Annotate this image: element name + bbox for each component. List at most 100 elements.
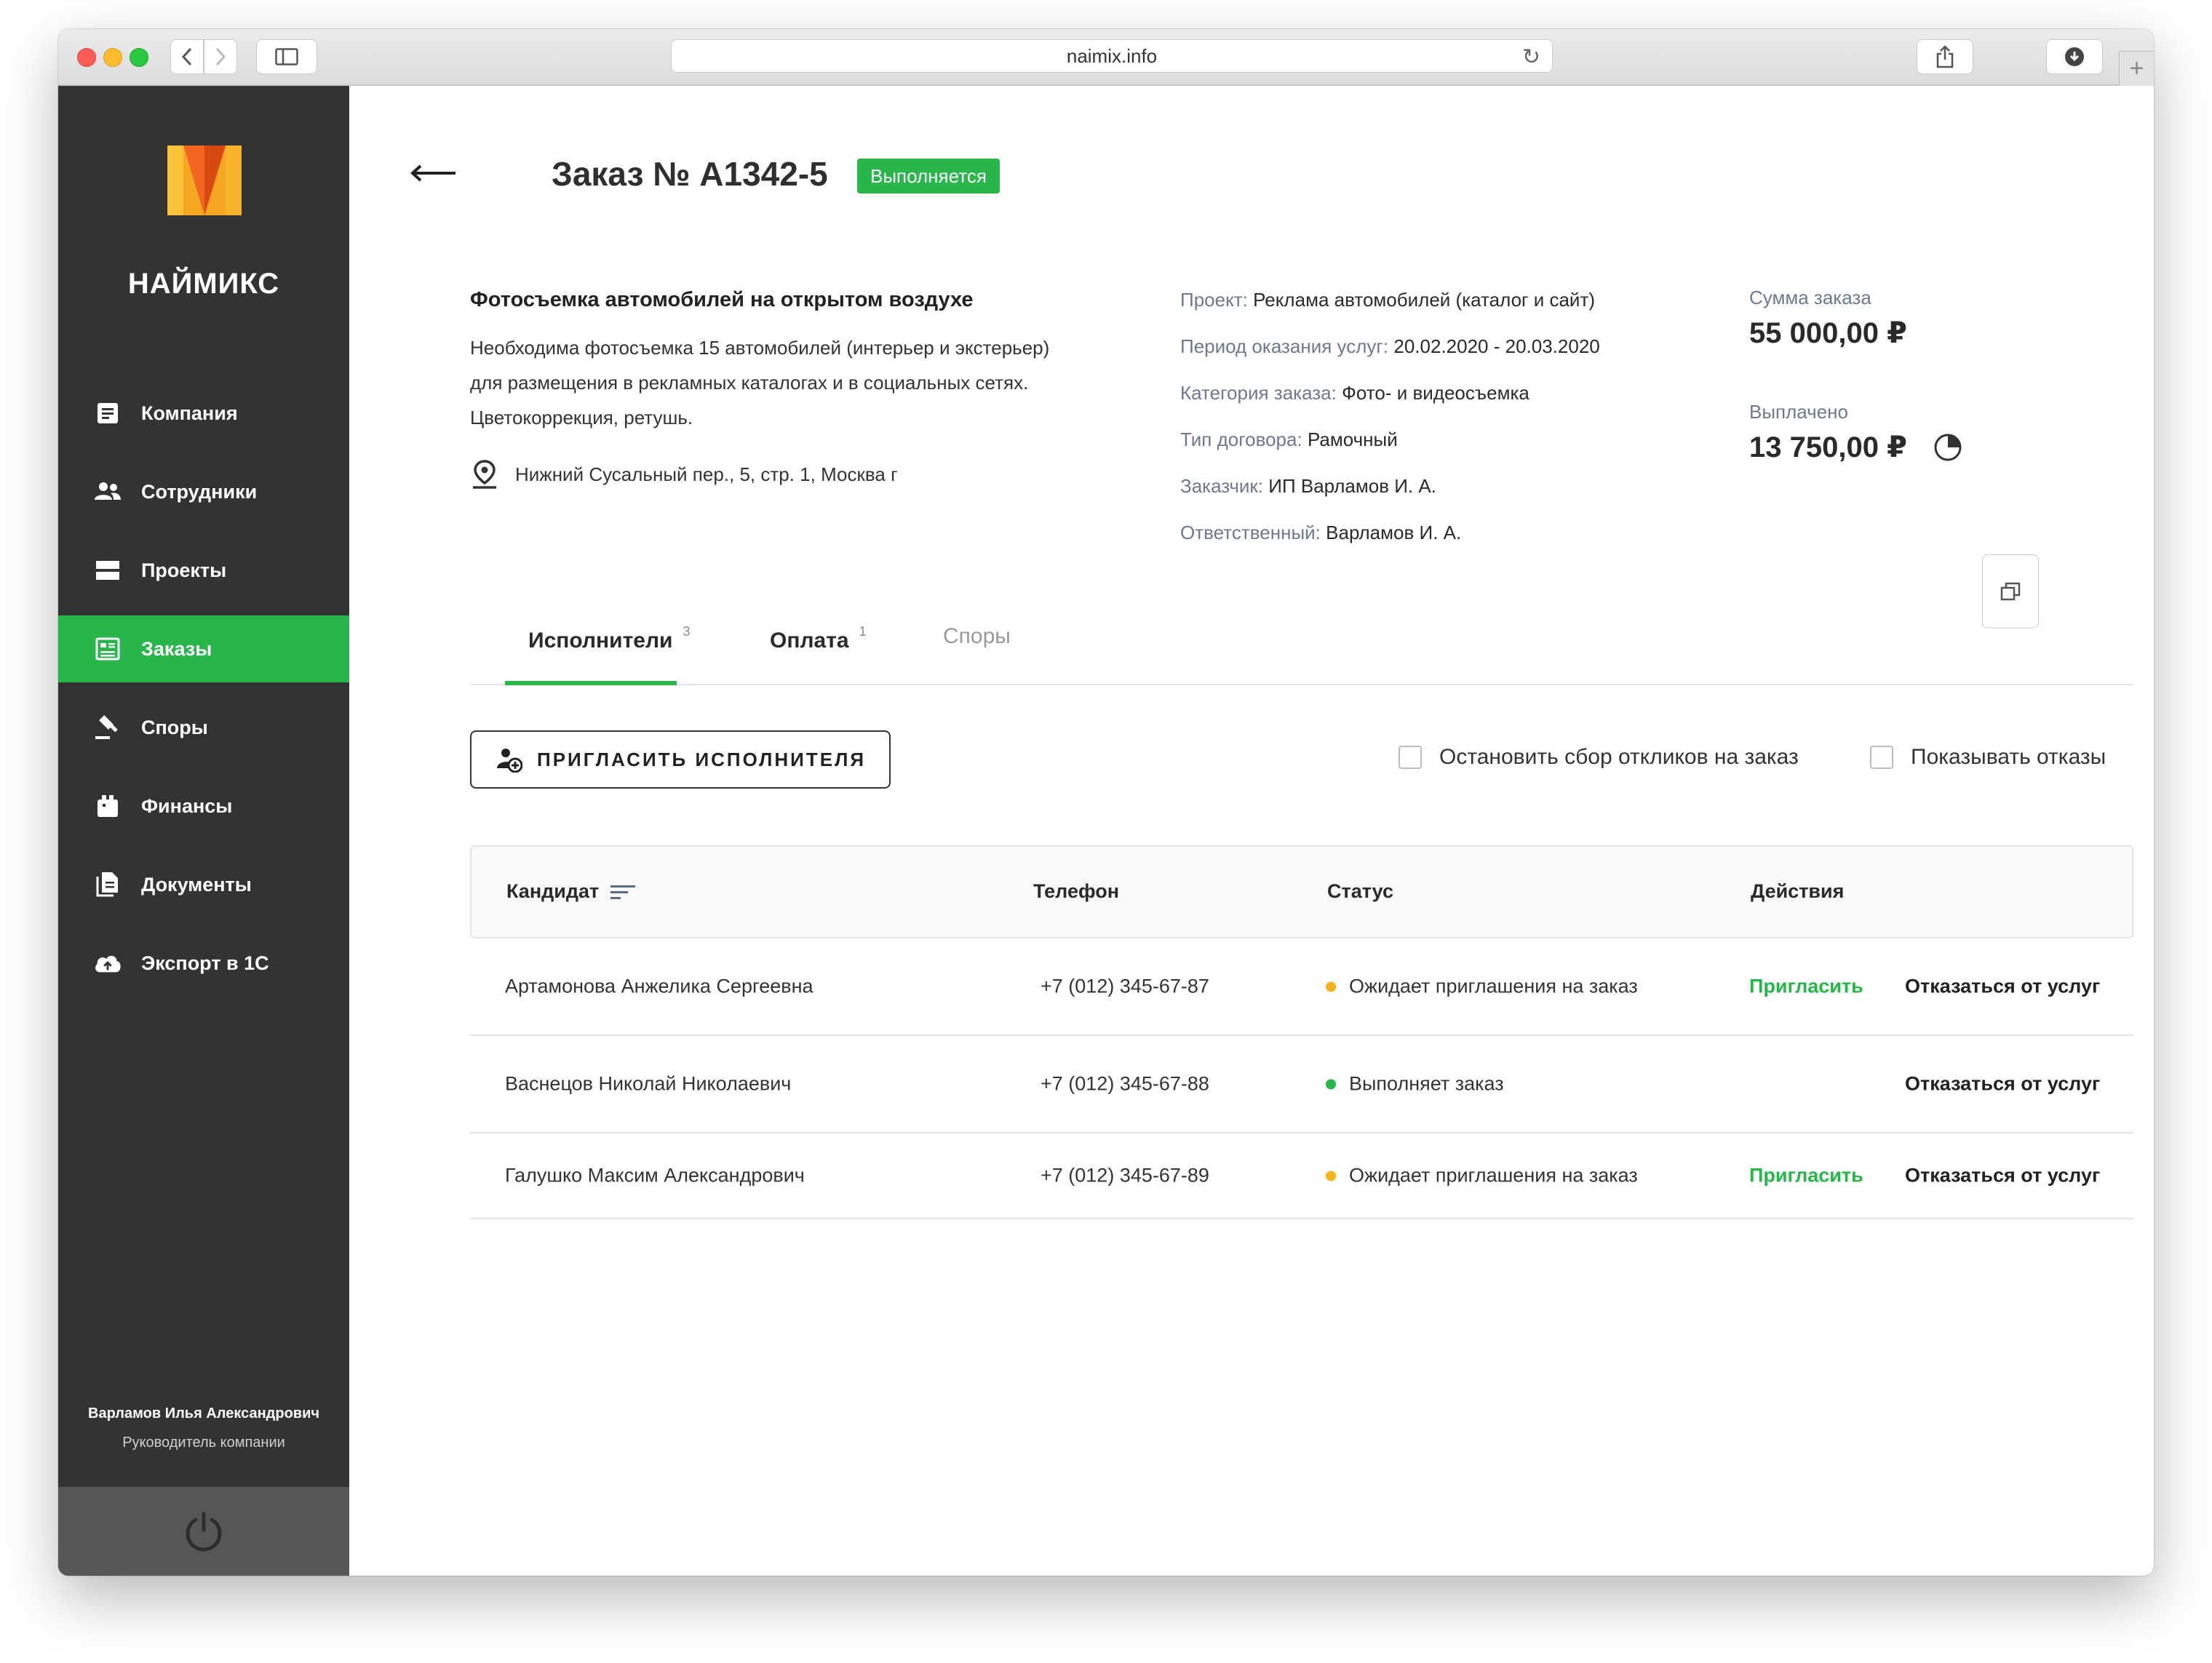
sidebar-item-company[interactable]: Компания bbox=[58, 380, 349, 447]
meta-label: Заказчик: bbox=[1180, 475, 1264, 497]
sidebar-item-label: Экспорт в 1С bbox=[141, 952, 269, 974]
meta-customer: Заказчик: ИП Варламов И. А. bbox=[1180, 473, 1600, 519]
amount-value: 55 000,00 ₽ bbox=[1749, 317, 1907, 349]
tab-disputes[interactable]: Споры bbox=[943, 611, 1011, 684]
sidebar-item-label: Компания bbox=[141, 402, 238, 424]
paid-label: Выплачено bbox=[1749, 401, 1848, 423]
order-tabs: Исполнители 3 Оплата 1 Споры bbox=[470, 611, 2133, 685]
meta-project: Проект: Реклама автомобилей (каталог и с… bbox=[1180, 287, 1600, 333]
sidebar-item-disputes[interactable]: Споры bbox=[58, 694, 349, 761]
meta-label: Период оказания услуг: bbox=[1180, 335, 1389, 357]
browser-forward-button[interactable] bbox=[204, 39, 237, 74]
paid-row: 13 750,00 ₽ bbox=[1749, 431, 1962, 464]
checkbox-box[interactable] bbox=[1870, 746, 1893, 769]
sidebar-item-employees[interactable]: Сотрудники bbox=[58, 458, 349, 525]
column-label: Кандидат bbox=[506, 880, 600, 902]
add-user-icon bbox=[497, 749, 522, 773]
order-name: Фотосъемка автомобилей на открытом возду… bbox=[470, 288, 974, 311]
back-arrow-icon[interactable] bbox=[410, 164, 457, 182]
table-row: Артамонова Анжелика Сергеевна +7 (012) 3… bbox=[470, 938, 2133, 1036]
invite-link[interactable]: Пригласить bbox=[1749, 976, 1863, 998]
share-icon bbox=[1936, 45, 1954, 68]
meta-responsible: Ответственный: Варламов И. А. bbox=[1180, 519, 1600, 566]
candidate-name: Артамонова Анжелика Сергеевна bbox=[505, 975, 813, 997]
candidates-table: Кандидат Телефон Статус Действия Артамон… bbox=[470, 845, 2133, 1219]
new-tab-button[interactable]: + bbox=[2119, 51, 2154, 86]
location-pin-icon bbox=[473, 460, 496, 489]
refuse-services-link[interactable]: Отказаться от услуг bbox=[1905, 1165, 2100, 1187]
meta-label: Категория заказа: bbox=[1180, 382, 1337, 404]
meta-period: Период оказания услуг: 20.02.2020 - 20.0… bbox=[1180, 333, 1600, 380]
sidebar-item-label: Заказы bbox=[141, 637, 212, 660]
tab-payment[interactable]: Оплата 1 bbox=[770, 611, 867, 684]
stop-responses-checkbox[interactable]: Остановить сбор откликов на заказ bbox=[1399, 745, 1799, 770]
meta-label: Тип договора: bbox=[1180, 428, 1302, 450]
sidebar-icon bbox=[275, 48, 298, 65]
sidebar: НАЙМИКС Компания Сотрудники Проекты Зака… bbox=[58, 86, 349, 1576]
checkbox-box[interactable] bbox=[1399, 746, 1422, 769]
meta-value: 20.02.2020 - 20.03.2020 bbox=[1393, 335, 1600, 357]
meta-value: ИП Варламов И. А. bbox=[1268, 475, 1436, 497]
refuse-services-link[interactable]: Отказаться от услуг bbox=[1905, 976, 2100, 998]
browser-sidebar-toggle[interactable] bbox=[256, 39, 317, 74]
table-header: Кандидат Телефон Статус Действия bbox=[470, 845, 2133, 938]
reload-icon[interactable]: ↻ bbox=[1522, 44, 1540, 70]
sidebar-item-export-1c[interactable]: Экспорт в 1С bbox=[58, 930, 349, 997]
sort-icon[interactable] bbox=[610, 884, 636, 900]
paid-value: 13 750,00 ₽ bbox=[1749, 431, 1907, 463]
user-name: Варламов Илья Александрович bbox=[88, 1405, 319, 1421]
tab-label: Оплата bbox=[770, 629, 849, 653]
checkbox-label: Остановить сбор откликов на заказ bbox=[1439, 745, 1799, 769]
column-phone: Телефон bbox=[1033, 880, 1120, 902]
candidate-status: Ожидает приглашения на заказ bbox=[1326, 976, 1638, 998]
sidebar-item-finance[interactable]: Финансы bbox=[58, 773, 349, 840]
candidate-name: Галушко Максим Александрович bbox=[505, 1164, 805, 1187]
sidebar-item-projects[interactable]: Проекты bbox=[58, 537, 349, 604]
refuse-services-link[interactable]: Отказаться от услуг bbox=[1905, 1073, 2100, 1096]
tab-executors[interactable]: Исполнители 3 bbox=[505, 611, 690, 685]
sidebar-item-label: Документы bbox=[141, 873, 252, 896]
tab-label: Споры bbox=[943, 624, 1011, 648]
status-badge: Выполняется bbox=[857, 159, 1000, 194]
meta-label: Проект: bbox=[1180, 289, 1248, 311]
column-status: Статус bbox=[1327, 880, 1393, 902]
sidebar-item-label: Финансы bbox=[141, 794, 233, 817]
browser-back-button[interactable] bbox=[170, 39, 204, 74]
share-button[interactable] bbox=[1917, 39, 1973, 74]
people-icon bbox=[93, 477, 122, 506]
table-row: Галушко Максим Александрович +7 (012) 34… bbox=[470, 1133, 2133, 1219]
candidate-status: Ожидает приглашения на заказ bbox=[1326, 1165, 1638, 1187]
status-text: Ожидает приглашения на заказ bbox=[1349, 975, 1638, 997]
table-row: Васнецов Николай Николаевич +7 (012) 345… bbox=[470, 1036, 2133, 1133]
logout-button[interactable] bbox=[58, 1487, 349, 1576]
zoom-window-button[interactable] bbox=[130, 48, 148, 67]
close-window-button[interactable] bbox=[77, 48, 96, 67]
invite-link[interactable]: Пригласить bbox=[1749, 1165, 1863, 1187]
user-role: Руководитель компании bbox=[122, 1435, 285, 1451]
browser-titlebar: naimix.info ↻ + bbox=[58, 29, 2154, 629]
paid-progress-pie-icon bbox=[1934, 434, 1962, 461]
status-dot bbox=[1326, 1171, 1336, 1181]
meta-value: Фото- и видеосъемка bbox=[1342, 382, 1529, 404]
column-candidate[interactable]: Кандидат bbox=[506, 880, 636, 903]
power-icon bbox=[186, 1512, 222, 1552]
show-refusals-checkbox[interactable]: Показывать отказы bbox=[1870, 745, 2106, 770]
sidebar-item-documents[interactable]: Документы bbox=[58, 851, 349, 918]
projects-icon bbox=[93, 556, 122, 585]
description-line: Необходима фотосъемка 15 автомобилей (ин… bbox=[470, 337, 1050, 359]
address-bar[interactable]: naimix.info ↻ bbox=[671, 39, 1553, 73]
sidebar-item-label: Проекты bbox=[141, 559, 227, 581]
meta-contract-type: Тип договора: Рамочный bbox=[1180, 426, 1600, 473]
url-text: naimix.info bbox=[1066, 44, 1158, 67]
minimize-window-button[interactable] bbox=[103, 48, 122, 67]
chevron-right-icon bbox=[215, 47, 226, 66]
candidate-phone: +7 (012) 345-67-87 bbox=[1041, 975, 1209, 997]
downloads-button[interactable] bbox=[2046, 39, 2103, 74]
invite-executor-button[interactable]: ПРИГЛАСИТЬ ИСПОЛНИТЕЛЯ bbox=[470, 730, 891, 789]
description-line: Цветокоррекция, ретушь. bbox=[470, 407, 693, 428]
sidebar-item-orders[interactable]: Заказы bbox=[58, 615, 349, 682]
candidate-phone: +7 (012) 345-67-89 bbox=[1041, 1164, 1209, 1187]
description-line: для размещения в рекламных каталогах и в… bbox=[470, 372, 1029, 394]
cloud-upload-icon bbox=[93, 949, 122, 978]
tab-count: 3 bbox=[683, 624, 691, 639]
